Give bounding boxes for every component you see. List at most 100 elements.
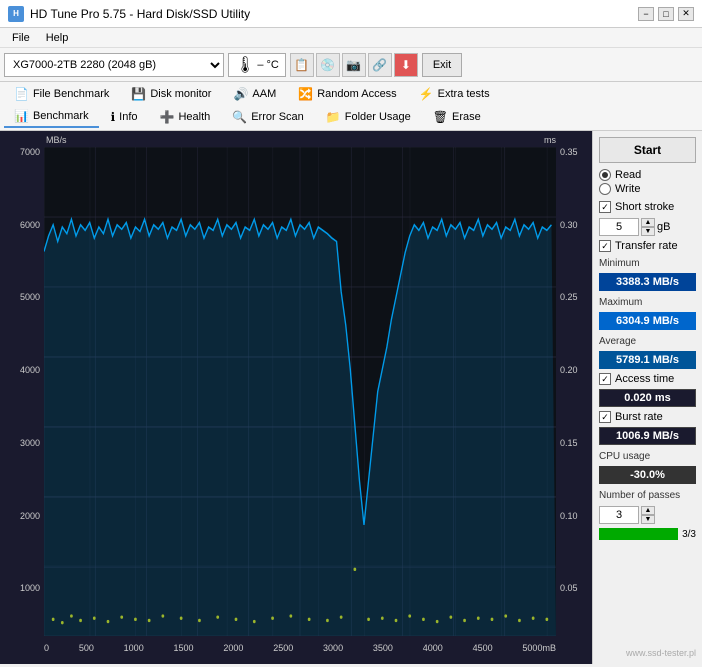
passes-display: 3/3 xyxy=(682,529,696,540)
aam-icon: 🔊 xyxy=(233,87,248,101)
tab-health-label: Health xyxy=(178,111,210,123)
short-stroke-up-button[interactable]: ▲ xyxy=(641,218,655,227)
passes-label: Number of passes xyxy=(599,490,696,501)
tab-aam[interactable]: 🔊 AAM xyxy=(223,84,286,104)
x-axis: 0 500 1000 1500 2000 2500 3000 3500 4000… xyxy=(44,640,556,656)
menu-file[interactable]: File xyxy=(4,30,38,46)
maximum-label: Maximum xyxy=(599,297,696,308)
passes-up-button[interactable]: ▲ xyxy=(641,506,655,515)
short-stroke-down-button[interactable]: ▼ xyxy=(641,227,655,236)
tab-error-scan[interactable]: 🔍 Error Scan xyxy=(222,107,314,127)
burst-rate-checkbox[interactable]: ✓ Burst rate xyxy=(599,411,696,423)
chart-y-left-unit: MB/s xyxy=(46,135,67,145)
minimum-label: Minimum xyxy=(599,258,696,269)
short-stroke-spinbox-row: ▲ ▼ gB xyxy=(599,218,696,236)
transfer-rate-check: ✓ xyxy=(599,240,611,252)
minimum-value: 3388.3 MB/s xyxy=(599,273,696,291)
transfer-rate-checkbox[interactable]: ✓ Transfer rate xyxy=(599,240,696,252)
burst-rate-label: Burst rate xyxy=(615,411,663,423)
read-write-group: Read Write xyxy=(599,167,696,197)
access-time-value: 0.020 ms xyxy=(599,389,696,407)
erase-icon: 🗑 xyxy=(433,110,448,124)
cpu-usage-label: CPU usage xyxy=(599,451,696,462)
menu-help[interactable]: Help xyxy=(38,30,77,46)
title-bar-left: H HD Tune Pro 5.75 - Hard Disk/SSD Utili… xyxy=(8,6,250,22)
tabs-row-2: 📊 Benchmark ℹ Info ➕ Health 🔍 Error Scan… xyxy=(4,106,698,128)
tab-aam-label: AAM xyxy=(252,88,276,100)
close-button[interactable]: ✕ xyxy=(678,7,694,21)
tab-erase-label: Erase xyxy=(452,111,481,123)
tabs-area: 📄 File Benchmark 💾 Disk monitor 🔊 AAM 🔀 … xyxy=(0,82,702,131)
maximum-value: 6304.9 MB/s xyxy=(599,312,696,330)
tab-folder-usage[interactable]: 📁 Folder Usage xyxy=(316,107,421,127)
tab-benchmark[interactable]: 📊 Benchmark xyxy=(4,106,99,128)
menu-bar: File Help xyxy=(0,28,702,48)
toolbar-icon-5[interactable]: ⬇ xyxy=(394,53,418,77)
passes-progress-bar xyxy=(599,528,678,540)
y-axis-right: 0.35 0.30 0.25 0.20 0.15 0.10 0.05 xyxy=(556,147,588,656)
benchmark-chart xyxy=(44,147,556,636)
read-radio-label: Read xyxy=(615,169,641,181)
tab-random-access[interactable]: 🔀 Random Access xyxy=(288,84,406,104)
passes-input[interactable] xyxy=(599,506,639,524)
cpu-usage-value: -30.0% xyxy=(599,466,696,484)
transfer-rate-label: Transfer rate xyxy=(615,240,678,252)
burst-rate-value: 1006.9 MB/s xyxy=(599,427,696,445)
access-time-check: ✓ xyxy=(599,373,611,385)
title-controls[interactable]: − □ ✕ xyxy=(638,7,694,21)
passes-spinbox-buttons: ▲ ▼ xyxy=(641,506,655,524)
title-bar: H HD Tune Pro 5.75 - Hard Disk/SSD Utili… xyxy=(0,0,702,28)
read-radio[interactable]: Read xyxy=(599,169,696,181)
start-button[interactable]: Start xyxy=(599,137,696,163)
maximize-button[interactable]: □ xyxy=(658,7,674,21)
health-icon: ➕ xyxy=(160,110,175,124)
info-icon: ℹ xyxy=(111,110,116,124)
toolbar-icon-3[interactable]: 📷 xyxy=(342,53,366,77)
tab-disk-monitor[interactable]: 💾 Disk monitor xyxy=(121,84,221,104)
passes-down-button[interactable]: ▼ xyxy=(641,515,655,524)
tab-error-scan-label: Error Scan xyxy=(251,111,304,123)
minimize-button[interactable]: − xyxy=(638,7,654,21)
tab-info[interactable]: ℹ Info xyxy=(101,107,148,127)
tab-extra-tests[interactable]: ⚡ Extra tests xyxy=(409,84,500,104)
extra-tests-icon: ⚡ xyxy=(419,87,434,101)
read-radio-dot xyxy=(602,172,608,178)
toolbar: XG7000-2TB 2280 (2048 gB) 🌡 – °C 📋 💿 📷 🔗… xyxy=(0,48,702,82)
tab-random-access-label: Random Access xyxy=(317,88,396,100)
tabs-row-1: 📄 File Benchmark 💾 Disk monitor 🔊 AAM 🔀 … xyxy=(4,84,698,104)
temp-value: – °C xyxy=(257,59,279,71)
toolbar-icon-4[interactable]: 🔗 xyxy=(368,53,392,77)
short-stroke-unit: gB xyxy=(657,221,670,233)
toolbar-icons: 📋 💿 📷 🔗 ⬇ xyxy=(290,53,418,77)
app-icon: H xyxy=(8,6,24,22)
error-scan-icon: 🔍 xyxy=(232,110,247,124)
write-radio-circle xyxy=(599,183,611,195)
short-stroke-label: Short stroke xyxy=(615,201,674,213)
transfer-rate-fill xyxy=(44,219,556,636)
short-stroke-spinbox-buttons: ▲ ▼ xyxy=(641,218,655,236)
tab-file-benchmark[interactable]: 📄 File Benchmark xyxy=(4,84,119,104)
chart-area: MB/s ms 7000 6000 5000 4000 3000 2000 10… xyxy=(0,131,592,664)
write-radio[interactable]: Write xyxy=(599,183,696,195)
average-value: 5789.1 MB/s xyxy=(599,351,696,369)
benchmark-icon: 📊 xyxy=(14,109,29,123)
short-stroke-checkbox[interactable]: ✓ Short stroke xyxy=(599,201,696,213)
main-content: MB/s ms 7000 6000 5000 4000 3000 2000 10… xyxy=(0,131,702,664)
passes-spinbox-row: ▲ ▼ xyxy=(599,506,696,524)
chart-canvas xyxy=(44,147,556,636)
access-time-checkbox[interactable]: ✓ Access time xyxy=(599,373,696,385)
tab-erase[interactable]: 🗑 Erase xyxy=(423,107,491,127)
short-stroke-input[interactable] xyxy=(599,218,639,236)
title-text: HD Tune Pro 5.75 - Hard Disk/SSD Utility xyxy=(30,7,250,21)
tab-health[interactable]: ➕ Health xyxy=(150,107,221,127)
drive-selector[interactable]: XG7000-2TB 2280 (2048 gB) xyxy=(4,53,224,77)
exit-button[interactable]: Exit xyxy=(422,53,462,77)
tab-disk-monitor-label: Disk monitor xyxy=(150,88,211,100)
read-radio-circle xyxy=(599,169,611,181)
average-label: Average xyxy=(599,336,696,347)
access-time-label: Access time xyxy=(615,373,674,385)
toolbar-icon-1[interactable]: 📋 xyxy=(290,53,314,77)
file-benchmark-icon: 📄 xyxy=(14,87,29,101)
toolbar-icon-2[interactable]: 💿 xyxy=(316,53,340,77)
random-access-icon: 🔀 xyxy=(298,87,313,101)
